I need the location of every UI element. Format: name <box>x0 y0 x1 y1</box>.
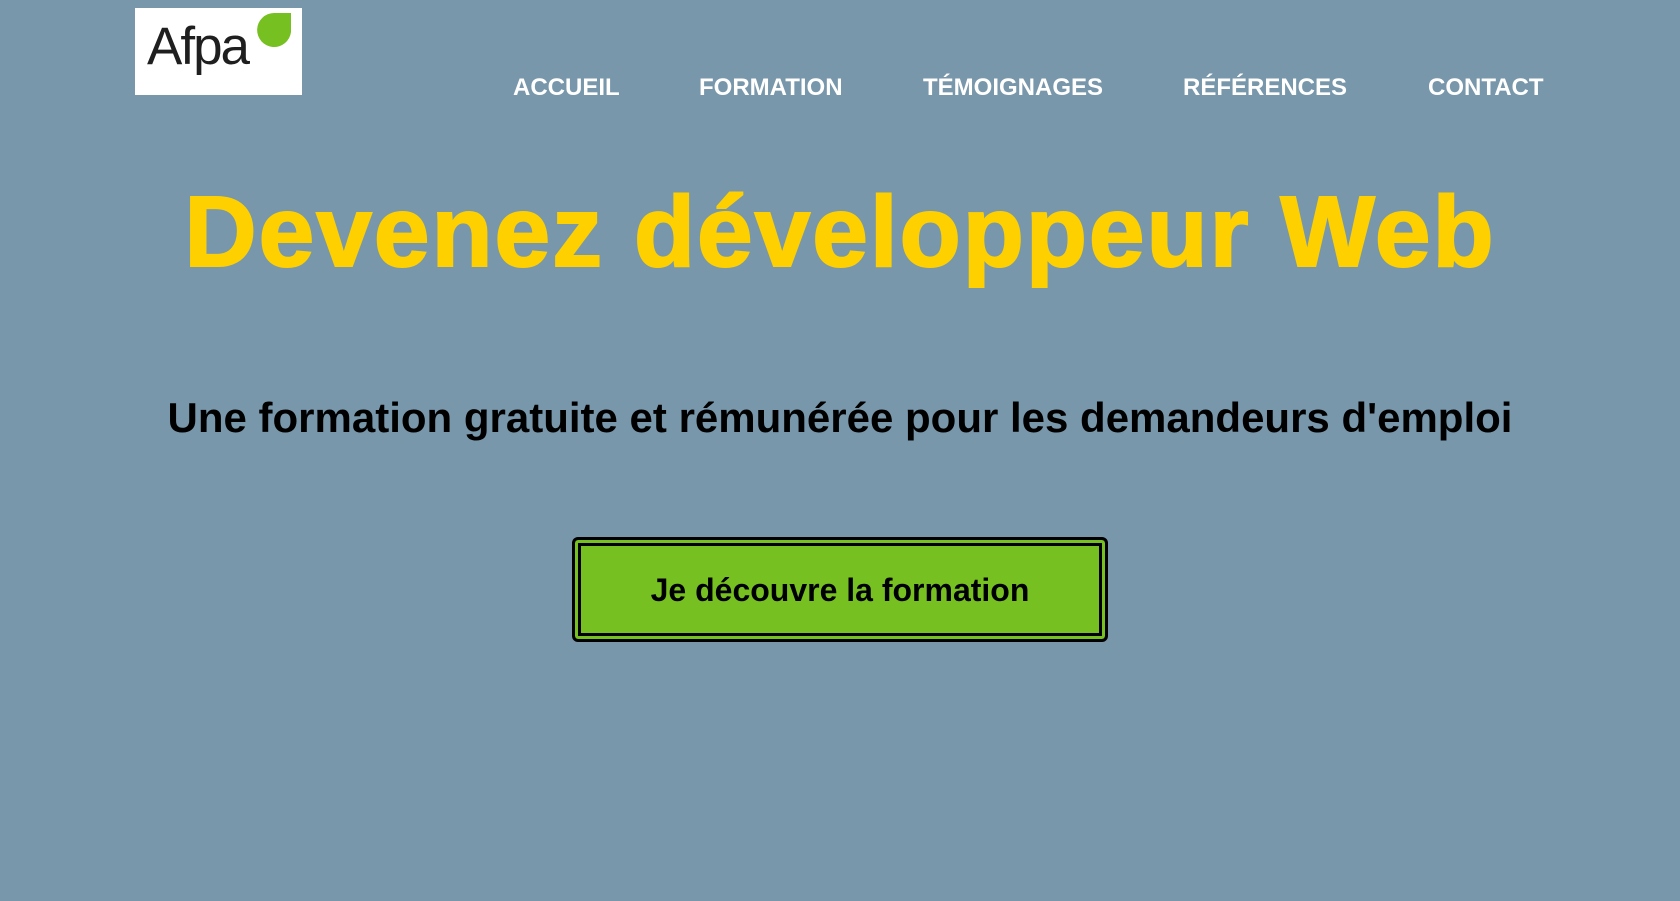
nav-item-formation[interactable]: FORMATION <box>699 72 843 104</box>
main-nav: ACCUEIL FORMATION TÉMOIGNAGES RÉFÉRENCES… <box>0 72 1680 108</box>
discover-formation-button[interactable]: Je découvre la formation <box>572 537 1108 642</box>
hero-title: Devenez développeur Web <box>183 175 1496 289</box>
hero-subtitle: Une formation gratuite et rémunérée pour… <box>167 394 1513 441</box>
logo-text: Afpa <box>147 17 250 76</box>
nav-item-contact[interactable]: CONTACT <box>1428 72 1544 104</box>
nav-item-references[interactable]: RÉFÉRENCES <box>1183 72 1347 104</box>
nav-item-temoignages[interactable]: TÉMOIGNAGES <box>923 72 1103 104</box>
leaf-icon <box>257 13 291 47</box>
nav-item-accueil[interactable]: ACCUEIL <box>513 72 620 104</box>
